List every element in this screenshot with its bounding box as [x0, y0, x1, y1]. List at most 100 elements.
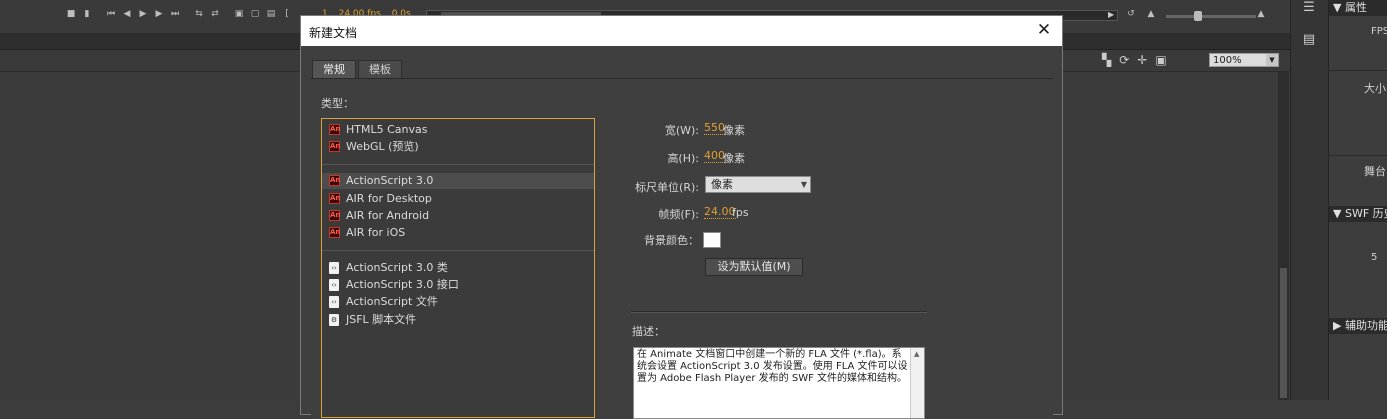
dialog-tabs: 常规 模板	[312, 60, 404, 78]
onion-outline-icon[interactable]: ▢	[250, 9, 260, 19]
timeline-right-tools: ↺ ▲	[1126, 9, 1156, 19]
onion-skin-icon[interactable]: ▣	[234, 9, 244, 19]
stage-vertical-scrollbar[interactable]	[1278, 72, 1289, 400]
list-item-label: HTML5 Canvas	[346, 123, 428, 136]
stage-label: 舞台	[1364, 165, 1386, 178]
animate-doc-icon: An	[329, 141, 341, 152]
timeline-zoom-slider[interactable]	[1166, 11, 1256, 21]
accessibility-header[interactable]: ▶ 辅助功能	[1329, 318, 1387, 334]
marker-icon[interactable]: [	[282, 9, 292, 19]
size-label: 大小	[1364, 82, 1386, 95]
step-forward-icon[interactable]: ▶	[154, 9, 164, 19]
panel-dock-strip: ☰ ▤	[1290, 0, 1328, 400]
list-item-selected[interactable]: An ActionScript 3.0	[322, 173, 594, 189]
frame-rate-field[interactable]: 24.00	[704, 206, 736, 219]
set-default-button[interactable]: 设为默认值(M)	[705, 258, 803, 276]
list-item[interactable]: ‹› ActionScript 3.0 类	[322, 260, 594, 276]
edit-markers-icon[interactable]: ▤	[266, 9, 276, 19]
script-file-icon: ‹›	[329, 296, 339, 308]
bg-color-swatch[interactable]	[703, 232, 721, 248]
fit-stage-icon[interactable]: ▣	[1155, 53, 1166, 67]
first-frame-icon[interactable]: ⏮	[106, 9, 116, 19]
list-item[interactable]: An AIR for Desktop	[322, 191, 594, 207]
list-divider	[322, 250, 594, 251]
undo-icon[interactable]: ↺	[1126, 9, 1136, 19]
zoom-select[interactable]: 100% ▼	[1209, 53, 1279, 67]
height-unit: 像素	[723, 152, 745, 165]
list-item[interactable]: An HTML5 Canvas	[322, 122, 594, 138]
height-label: 高(H):	[667, 152, 699, 165]
stage-tools: ▚ ⟳ ✛ ▣	[1102, 53, 1167, 67]
frame-rate-label: 帧频(F):	[658, 208, 699, 221]
properties-header[interactable]: ▼ 属性	[1329, 0, 1387, 16]
play-icon[interactable]: ▶	[138, 9, 148, 19]
ruler-units-value: 像素	[711, 178, 733, 191]
stage-scroll-thumb[interactable]	[1280, 268, 1287, 398]
list-item-label: ActionScript 3.0 类	[346, 261, 448, 274]
frame-rate-unit: fps	[732, 206, 749, 219]
animate-doc-icon: An	[329, 175, 341, 186]
tab-general[interactable]: 常规	[312, 60, 356, 78]
list-divider	[322, 164, 594, 165]
list-item-label: AIR for iOS	[346, 226, 406, 239]
crosshair-icon[interactable]: ✛	[1137, 53, 1147, 67]
swf-history-label: SWF 历史	[1344, 207, 1387, 220]
list-item-label: ActionScript 3.0	[346, 174, 434, 187]
center-frame-icon[interactable]: ⇄	[210, 9, 220, 19]
clapper-icon[interactable]: ▚	[1102, 53, 1111, 67]
list-item-label: AIR for Desktop	[346, 192, 432, 205]
chevron-down-icon[interactable]: ▼	[1266, 54, 1278, 66]
zoom-out-icon[interactable]: ▲	[1146, 9, 1156, 19]
list-item[interactable]: An AIR for Android	[322, 208, 594, 224]
list-item-label: JSFL 脚本文件	[346, 313, 417, 326]
zoom-value: 100%	[1213, 55, 1242, 66]
align-panel-icon[interactable]: ☰	[1300, 0, 1318, 16]
camera-icon[interactable]: ■	[66, 9, 76, 19]
last-frame-icon[interactable]: ⏭	[170, 9, 180, 19]
properties-header-label: 属性	[1344, 1, 1367, 14]
width-unit: 像素	[723, 124, 745, 137]
dialog-title: 新建文档	[309, 26, 358, 40]
zoom-in-icon[interactable]: ▲	[1256, 9, 1266, 19]
list-item[interactable]: ⚙ JSFL 脚本文件	[322, 312, 594, 328]
description-label: 描述：	[632, 325, 665, 338]
animate-doc-icon: An	[329, 227, 341, 238]
collapse-icon[interactable]: ▼	[1333, 207, 1345, 220]
list-item[interactable]: ‹› ActionScript 3.0 接口	[322, 277, 594, 293]
loop-icon[interactable]: ⇆	[194, 9, 204, 19]
new-document-dialog: 新建文档 ✕ 常规 模板 类型： An HTML5 Canvas An WebG…	[300, 15, 1063, 419]
document-type-list[interactable]: An HTML5 Canvas An WebGL (预览) An ActionS…	[321, 118, 595, 418]
tab-templates[interactable]: 模板	[358, 60, 402, 78]
scroll-up-icon[interactable]: ▲	[914, 350, 919, 358]
list-item[interactable]: An WebGL (预览)	[322, 139, 594, 155]
width-label: 宽(W):	[664, 124, 699, 137]
expand-icon[interactable]: ▶	[1333, 319, 1345, 332]
collapse-icon[interactable]: ▼	[1333, 1, 1345, 14]
close-icon[interactable]: ✕	[1034, 20, 1054, 40]
playback-controls: ■ ▮ ⏮ ◀ ▶ ▶ ⏭ ⇆ ⇄ ▣ ▢ ▤ [	[66, 9, 292, 19]
divider	[1329, 155, 1387, 156]
library-panel-icon[interactable]: ▤	[1300, 32, 1318, 48]
accessibility-label: 辅助功能	[1344, 319, 1387, 332]
list-item[interactable]: An AIR for iOS	[322, 225, 594, 241]
list-item[interactable]: ‹› ActionScript 文件	[322, 294, 594, 310]
jsfl-file-icon: ⚙	[329, 314, 339, 326]
scroll-right-icon[interactable]: ▶	[1108, 10, 1116, 19]
zoom-slider-knob[interactable]	[1194, 11, 1202, 21]
dialog-titlebar[interactable]: 新建文档 ✕	[301, 16, 1062, 46]
height-field[interactable]: 400	[704, 150, 725, 163]
description-scrollbar[interactable]: ▲	[910, 348, 924, 418]
list-item-label: ActionScript 3.0 接口	[346, 278, 459, 291]
fps-label: FPS	[1371, 26, 1387, 37]
list-item-label: AIR for Android	[346, 209, 430, 222]
width-field[interactable]: 550	[704, 122, 725, 135]
list-item-label: WebGL (预览)	[346, 140, 419, 153]
layer-icon[interactable]: ▮	[82, 9, 92, 19]
ruler-units-select[interactable]: 像素 ▼	[705, 176, 811, 193]
swf-history-header[interactable]: ▼ SWF 历史	[1329, 206, 1387, 222]
description-box: 在 Animate 文档窗口中创建一个新的 FLA 文件 (*.fla)。系统会…	[633, 347, 925, 419]
animate-doc-icon: An	[329, 193, 341, 204]
animate-doc-icon: An	[329, 210, 341, 221]
rotate-icon[interactable]: ⟳	[1119, 53, 1129, 67]
step-back-icon[interactable]: ◀	[122, 9, 132, 19]
